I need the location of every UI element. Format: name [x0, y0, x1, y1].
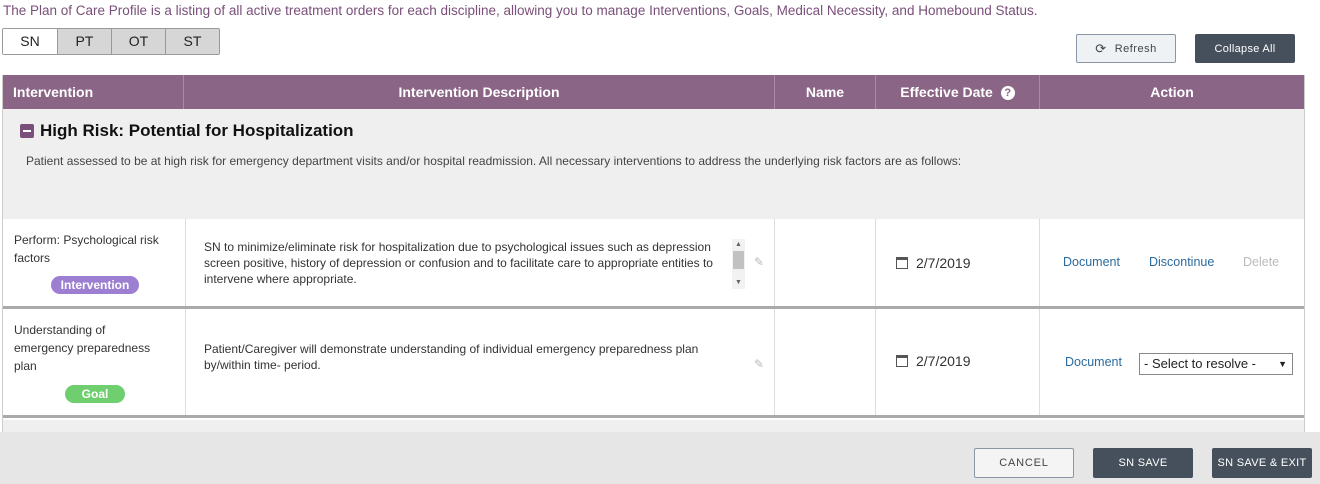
row-intervention-cell: Perform: Psychological risk factors Inte…: [3, 219, 186, 306]
effective-date-label: Effective Date: [900, 84, 993, 100]
date-value: 2/7/2019: [916, 353, 971, 369]
goal-badge: Goal: [65, 385, 125, 403]
sn-save-button[interactable]: SN SAVE: [1093, 448, 1193, 478]
row-name: Perform: Psychological risk factors: [14, 231, 174, 267]
delete-link: Delete: [1243, 255, 1280, 269]
tab-ot[interactable]: OT: [111, 29, 165, 54]
row-name-line: plan: [14, 359, 37, 373]
row-name-line: factors: [14, 251, 51, 265]
cancel-button[interactable]: CANCEL: [974, 448, 1074, 478]
refresh-icon: ⟳: [1095, 40, 1107, 56]
group-description: Patient assessed to be at high risk for …: [26, 154, 962, 168]
calendar-icon: [896, 355, 908, 367]
tab-sn[interactable]: SN: [3, 29, 57, 54]
calendar-icon: [896, 257, 908, 269]
resolve-select[interactable]: - Select to resolve - ▼: [1139, 353, 1293, 375]
row-name-line: emergency preparedness: [14, 341, 151, 355]
plan-of-care-grid: Intervention Intervention Description Na…: [2, 75, 1305, 432]
footer-bar: CANCEL SN SAVE SN SAVE & EXIT: [0, 432, 1320, 484]
scroll-down-icon[interactable]: ▼: [732, 277, 745, 289]
column-header-effective-date: Effective Date ?: [876, 75, 1040, 109]
row-name-cell: [775, 219, 876, 306]
row-name: Understanding of emergency preparedness …: [14, 321, 174, 375]
dropdown-arrow-icon: ▼: [1278, 359, 1287, 369]
group-title-text: High Risk: Potential for Hospitalization: [40, 121, 354, 140]
tab-pt[interactable]: PT: [57, 29, 111, 54]
row-description: Patient/Caregiver will demonstrate under…: [204, 342, 699, 372]
row-description-cell: SN to minimize/eliminate risk for hospit…: [186, 219, 775, 306]
group-title: High Risk: Potential for Hospitalization: [20, 121, 354, 141]
row-intervention-cell: Understanding of emergency preparedness …: [3, 309, 186, 415]
description-scrollbar[interactable]: ▲ ▼: [732, 239, 745, 289]
row-name-cell: [775, 309, 876, 415]
document-link[interactable]: Document: [1065, 355, 1122, 369]
column-header-action: Action: [1150, 84, 1194, 100]
next-group-peek: [3, 420, 1304, 432]
group-high-risk: High Risk: Potential for Hospitalization…: [3, 109, 1304, 220]
grid-header: Intervention Intervention Description Na…: [3, 75, 1304, 109]
column-header-name: Name: [775, 75, 876, 109]
collapse-minus-icon[interactable]: [20, 124, 34, 138]
table-row: Understanding of emergency preparedness …: [3, 309, 1304, 418]
document-link[interactable]: Document: [1063, 255, 1120, 269]
collapse-all-button[interactable]: Collapse All: [1195, 34, 1295, 63]
scroll-thumb[interactable]: [733, 251, 744, 269]
date-value: 2/7/2019: [916, 255, 971, 271]
column-header-description: Intervention Description: [184, 75, 775, 109]
intervention-badge: Intervention: [51, 276, 139, 294]
refresh-button[interactable]: ⟳ Refresh: [1076, 34, 1176, 63]
tab-st[interactable]: ST: [165, 29, 219, 54]
column-header-intervention: Intervention: [3, 75, 184, 109]
table-row: Perform: Psychological risk factors Inte…: [3, 219, 1304, 309]
row-description-cell: Patient/Caregiver will demonstrate under…: [186, 309, 775, 415]
row-description: SN to minimize/eliminate risk for hospit…: [204, 240, 713, 286]
effective-date: 2/7/2019: [896, 353, 971, 369]
help-icon[interactable]: ?: [1000, 86, 1015, 101]
scroll-up-icon[interactable]: ▲: [732, 239, 745, 251]
refresh-label: Refresh: [1114, 42, 1157, 55]
pencil-icon[interactable]: ✎: [754, 255, 766, 269]
row-action-cell: Document - Select to resolve - ▼: [1040, 309, 1304, 415]
effective-date: 2/7/2019: [896, 255, 971, 271]
discontinue-link[interactable]: Discontinue: [1149, 255, 1214, 269]
intro-text: The Plan of Care Profile is a listing of…: [3, 3, 1038, 18]
pencil-icon[interactable]: ✎: [754, 357, 766, 371]
sn-save-exit-button[interactable]: SN SAVE & EXIT: [1212, 448, 1312, 478]
discipline-tabs: SN PT OT ST: [2, 28, 220, 55]
row-action-cell: Document Discontinue Delete: [1040, 219, 1304, 306]
row-name-line: Perform: Psychological risk: [14, 233, 159, 247]
row-name-line: Understanding of: [14, 323, 106, 337]
row-date-cell: 2/7/2019: [876, 309, 1040, 415]
select-value: - Select to resolve -: [1144, 356, 1256, 371]
row-date-cell: 2/7/2019: [876, 219, 1040, 306]
